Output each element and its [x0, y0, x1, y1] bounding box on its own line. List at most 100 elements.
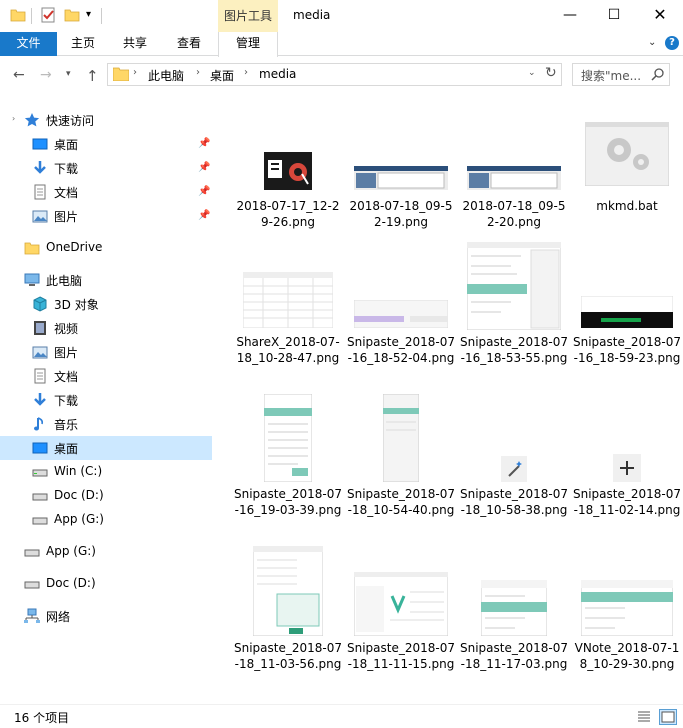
music-icon — [34, 417, 43, 431]
item-count: 16 个项目 — [14, 711, 70, 725]
sidebar-item-3d-objects[interactable]: 3D 对象 — [0, 292, 212, 316]
refresh-icon[interactable]: ↻ — [545, 65, 557, 81]
computer-icon — [24, 273, 40, 286]
breadcrumb-separator-icon[interactable]: › — [196, 67, 200, 78]
maximize-button[interactable]: ☐ — [599, 4, 629, 26]
breadcrumb-this-pc[interactable]: 此电脑 — [148, 67, 184, 84]
drive-icon — [24, 581, 40, 589]
expand-ribbon-icon[interactable]: ⌄ — [648, 37, 656, 48]
sidebar-item-label: 下载 — [54, 394, 79, 408]
tab-home[interactable]: 主页 — [57, 32, 109, 56]
tab-share[interactable]: 共享 — [109, 32, 161, 56]
large-icons-view-icon — [661, 711, 675, 723]
pin-icon[interactable]: 📌 — [198, 210, 210, 221]
address-dropdown-icon[interactable]: ⌄ — [528, 68, 536, 78]
sidebar-item-this-pc[interactable]: 此电脑 — [0, 268, 212, 292]
address-bar[interactable]: › 此电脑 › 桌面 › media ⌄ ↻ — [107, 63, 562, 86]
breadcrumb-separator-icon[interactable]: › — [244, 67, 248, 78]
sidebar-item-music[interactable]: 音乐 — [0, 412, 212, 436]
pictures-icon — [32, 210, 48, 223]
large-icons-view-button[interactable] — [659, 709, 677, 725]
search-icon[interactable] — [651, 67, 665, 81]
3d-objects-icon — [33, 296, 47, 312]
file-item[interactable]: mkmd.bat — [572, 100, 682, 250]
file-item[interactable]: Snipaste_2018-07-16_19-03-39.png — [233, 392, 343, 542]
navigation-bar: ← → ▾ ↑ › 此电脑 › 桌面 › media ⌄ ↻ 搜索"me... — [0, 57, 683, 92]
file-name: Snipaste_2018-07-18_10-54-40.png — [346, 487, 455, 517]
forward-arrow-icon[interactable]: → — [40, 67, 52, 83]
help-icon[interactable]: ? — [665, 36, 679, 50]
file-name: Snipaste_2018-07-18_11-02-14.png — [572, 487, 681, 517]
thumbnail — [459, 452, 569, 482]
sidebar-item-videos[interactable]: 视频 — [0, 316, 212, 340]
breadcrumb-separator-icon[interactable]: › — [133, 67, 137, 78]
sidebar-item-pictures-pinned[interactable]: 图片 📌 — [0, 204, 212, 228]
file-item[interactable]: Snipaste_2018-07-18_11-11-15.png — [346, 544, 456, 694]
sidebar-item-win-c[interactable]: Win (C:) — [0, 460, 212, 484]
sidebar-item-app-g-root[interactable]: App (G:) — [0, 540, 212, 564]
back-arrow-icon[interactable]: ← — [13, 67, 25, 83]
file-item[interactable]: Snipaste_2018-07-18_11-02-14.png — [572, 392, 682, 542]
sidebar-item-network[interactable]: 网络 — [0, 604, 212, 628]
file-name: 2018-07-17_12-29-26.png — [236, 199, 340, 229]
file-item[interactable]: Snipaste_2018-07-16_18-53-55.png — [459, 240, 569, 390]
up-arrow-icon[interactable]: ↑ — [86, 67, 99, 85]
quick-access-dropdown-icon[interactable]: ▾ — [86, 9, 102, 25]
file-item[interactable]: Snipaste_2018-07-18_11-17-03.png — [459, 544, 569, 694]
sidebar-item-desktop-pinned[interactable]: 桌面 📌 — [0, 132, 212, 156]
file-item[interactable]: 2018-07-18_09-52-20.png — [459, 100, 569, 250]
file-item[interactable]: VNote_2018-07-18_10-29-30.png — [572, 544, 682, 694]
pin-icon[interactable]: 📌 — [198, 186, 210, 197]
minimize-button[interactable]: — — [555, 4, 585, 26]
recent-locations-icon[interactable]: ▾ — [66, 69, 71, 79]
thumbnail — [346, 298, 456, 328]
sidebar-item-onedrive[interactable]: OneDrive — [0, 236, 212, 260]
file-item[interactable]: Snipaste_2018-07-18_10-54-40.png — [346, 392, 456, 542]
sidebar-item-downloads[interactable]: 下载 — [0, 388, 212, 412]
close-button[interactable]: ✕ — [645, 4, 675, 26]
folder-icon[interactable] — [10, 7, 26, 23]
file-name: VNote_2018-07-18_10-29-30.png — [574, 641, 680, 671]
sidebar-item-app-g[interactable]: App (G:) — [0, 508, 212, 532]
sidebar-item-downloads-pinned[interactable]: 下载 📌 — [0, 156, 212, 180]
pin-icon[interactable]: 📌 — [198, 138, 210, 149]
sidebar-item-doc-d[interactable]: Doc (D:) — [0, 484, 212, 508]
expand-chevron-icon[interactable]: › — [12, 114, 15, 123]
file-item[interactable]: ShareX_2018-07-18_10-28-47.png — [233, 240, 343, 390]
file-name: Snipaste_2018-07-16_18-52-04.png — [346, 335, 455, 365]
properties-icon[interactable] — [40, 7, 56, 23]
sidebar-item-label: Win (C:) — [54, 464, 103, 478]
tab-file[interactable]: 文件 — [0, 32, 57, 56]
folder-icon — [113, 67, 129, 81]
breadcrumb-desktop[interactable]: 桌面 — [210, 67, 234, 84]
title-bar: ▾ 图片工具 media — ☐ ✕ — [0, 0, 683, 32]
sidebar-item-desktop[interactable]: 桌面 — [0, 436, 212, 460]
sidebar-item-documents[interactable]: 文档 — [0, 364, 212, 388]
tab-manage[interactable]: 管理 — [218, 32, 278, 57]
sidebar-item-label: Doc (D:) — [46, 576, 96, 590]
search-placeholder: 搜索"me... — [581, 69, 642, 83]
desktop-icon — [32, 442, 48, 454]
file-name: ShareX_2018-07-18_10-28-47.png — [236, 335, 340, 365]
tab-view[interactable]: 查看 — [161, 32, 217, 56]
details-view-icon[interactable] — [637, 710, 651, 724]
sidebar-item-quick-access[interactable]: › 快速访问 — [0, 108, 212, 132]
file-item[interactable]: Snipaste_2018-07-16_18-59-23.png — [572, 240, 682, 390]
file-name: Snipaste_2018-07-18_11-17-03.png — [459, 641, 568, 671]
sidebar-item-documents-pinned[interactable]: 文档 📌 — [0, 180, 212, 204]
drive-icon — [24, 549, 40, 557]
file-item[interactable]: 2018-07-18_09-52-19.png — [346, 100, 456, 250]
sidebar-item-pictures[interactable]: 图片 — [0, 340, 212, 364]
file-item[interactable]: 2018-07-17_12-29-26.png — [233, 100, 343, 250]
pin-icon[interactable]: 📌 — [198, 162, 210, 173]
search-box[interactable]: 搜索"me... — [572, 63, 670, 86]
folder-icon — [24, 242, 40, 255]
breadcrumb-media[interactable]: media — [259, 67, 296, 81]
sidebar-item-label: 此电脑 — [46, 274, 83, 288]
file-item[interactable]: Snipaste_2018-07-18_10-58-38.png — [459, 392, 569, 542]
file-item[interactable]: Snipaste_2018-07-16_18-52-04.png — [346, 240, 456, 390]
new-folder-icon[interactable] — [64, 7, 80, 23]
file-item[interactable]: Snipaste_2018-07-18_11-03-56.png — [233, 544, 343, 694]
document-icon — [34, 184, 46, 200]
sidebar-item-doc-d-root[interactable]: Doc (D:) — [0, 572, 212, 596]
